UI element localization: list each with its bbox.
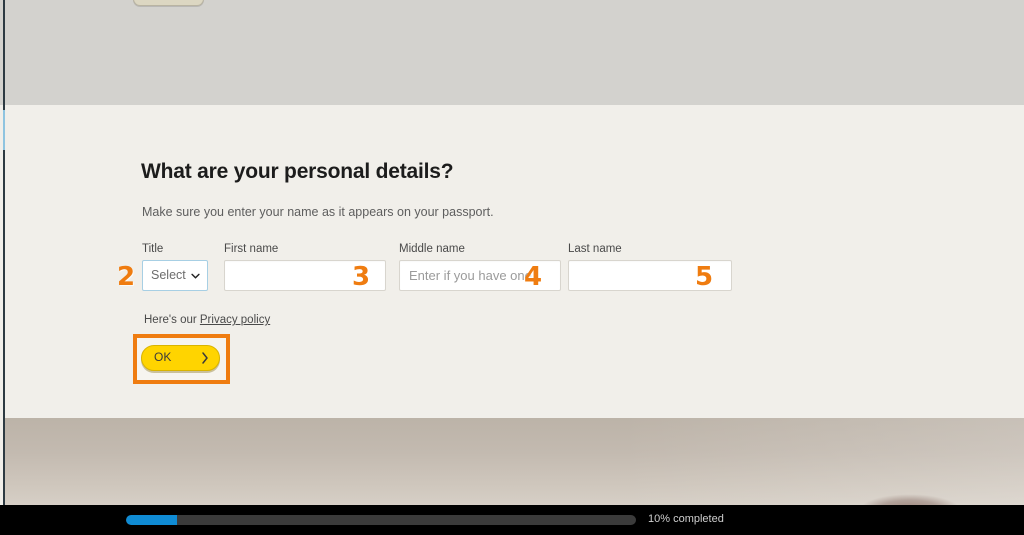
label-title: Title <box>142 243 164 255</box>
progress-bar-track[interactable] <box>126 515 636 525</box>
personal-details-form: Title Select First name Middle name Ente… <box>142 243 902 299</box>
label-last-name: Last name <box>568 243 622 255</box>
annotation-marker-middle-name: 4 <box>524 262 543 292</box>
page-left-edge <box>3 0 5 505</box>
field-title: Title Select <box>142 243 208 291</box>
browser-viewport: What are your personal details? Make sur… <box>0 0 1024 505</box>
progress-bar-fill <box>126 515 177 525</box>
background-photo-band <box>5 418 1024 505</box>
annotation-marker-last-name: 5 <box>695 262 714 292</box>
progress-label: 10% completed <box>648 513 724 525</box>
ok-button[interactable]: OK <box>141 345 220 371</box>
top-hero-band <box>0 0 1024 105</box>
annotation-marker-first-name: 3 <box>352 262 371 292</box>
chevron-right-icon <box>202 352 208 364</box>
page-subtitle: Make sure you enter your name as it appe… <box>142 205 494 219</box>
chevron-down-icon <box>191 273 200 279</box>
label-first-name: First name <box>224 243 279 255</box>
page-left-edge-accent <box>3 110 5 150</box>
label-middle-name: Middle name <box>399 243 465 255</box>
ok-button-label: OK <box>154 350 172 364</box>
title-select-wrapper[interactable]: Select <box>142 260 208 291</box>
title-select[interactable]: Select <box>142 260 208 291</box>
annotation-marker-title: 2 <box>117 262 136 292</box>
screen: What are your personal details? Make sur… <box>0 0 1024 535</box>
bottom-status-bar <box>0 505 1024 535</box>
page-title: What are your personal details? <box>141 160 454 183</box>
privacy-policy-link[interactable]: Privacy policy <box>200 314 270 326</box>
privacy-line: Here's our Privacy policy <box>144 314 270 326</box>
title-select-value: Select <box>151 268 186 282</box>
privacy-prefix: Here's our <box>144 314 200 326</box>
cut-off-button-above-fold[interactable] <box>133 0 204 6</box>
